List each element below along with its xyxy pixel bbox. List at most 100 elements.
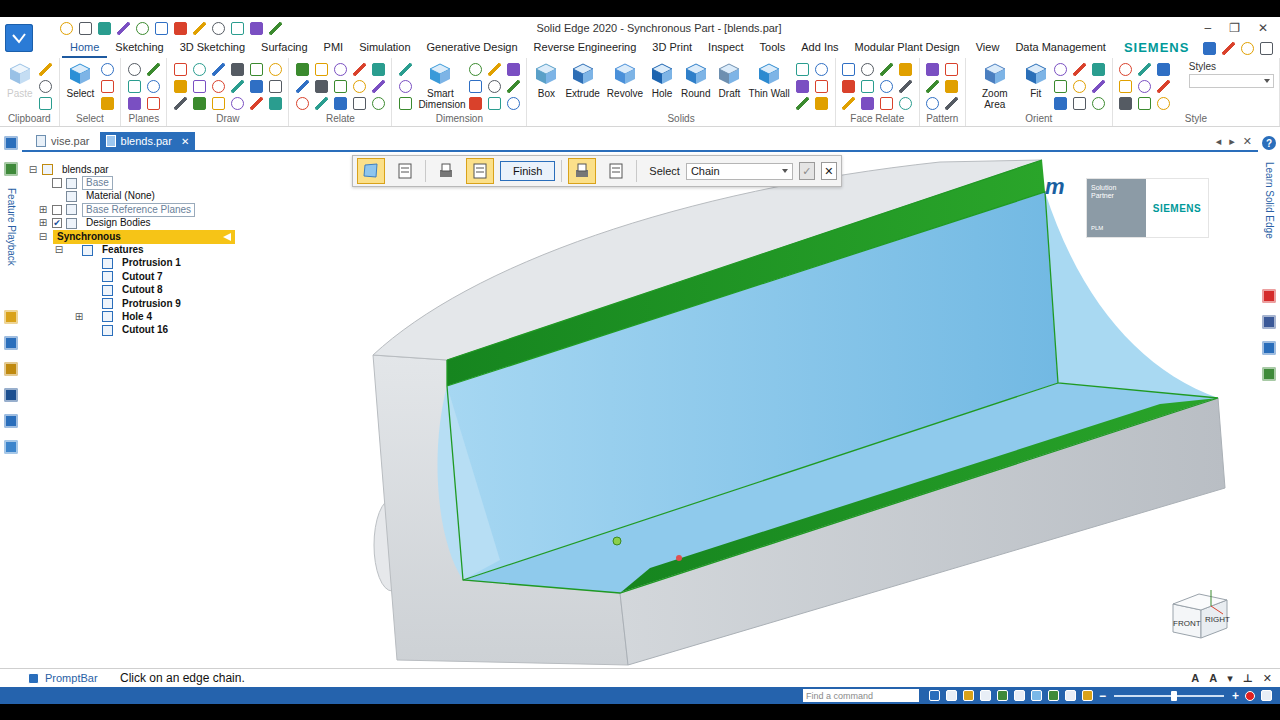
window-control[interactable]: ❐ — [1227, 20, 1242, 36]
styles-dropdown[interactable] — [1189, 74, 1274, 88]
visibility-checkbox[interactable]: ✔ — [52, 218, 62, 228]
ribbon-tab[interactable]: Simulation — [351, 39, 418, 58]
command-tool[interactable] — [432, 158, 460, 184]
view-tool-icon[interactable] — [1031, 690, 1042, 701]
prompt-control[interactable]: ⊥ — [1241, 672, 1255, 685]
tool-icon[interactable] — [101, 80, 114, 93]
prompt-control[interactable]: ▾ — [1225, 672, 1235, 685]
tool-icon[interactable] — [250, 63, 263, 76]
tool-icon[interactable] — [174, 97, 187, 110]
tool-icon[interactable] — [1092, 63, 1105, 76]
record-icon[interactable] — [1245, 691, 1255, 701]
tool-icon[interactable] — [899, 97, 912, 110]
quick-access-icon[interactable] — [212, 22, 225, 35]
document-tab[interactable]: vise.par — [30, 132, 96, 150]
tool-icon[interactable] — [488, 63, 501, 76]
tool-icon[interactable] — [945, 63, 958, 76]
tool-icon[interactable] — [1157, 63, 1170, 76]
tree-item[interactable]: Cutout 7 — [22, 270, 235, 283]
ribbon-tab[interactable]: Add Ins — [793, 39, 846, 58]
view-tool-icon[interactable] — [1014, 690, 1025, 701]
expander[interactable]: ⊞ — [36, 217, 50, 229]
tree-item[interactable]: ⊟Features — [22, 243, 235, 256]
edge-chain[interactable] — [447, 160, 1042, 360]
quick-access-icon[interactable] — [174, 22, 187, 35]
tool-icon[interactable] — [212, 63, 225, 76]
tool-icon[interactable] — [880, 80, 893, 93]
tool-icon[interactable] — [193, 97, 206, 110]
ribbon-tab[interactable]: Sketching — [107, 39, 171, 58]
tool-icon[interactable] — [880, 63, 893, 76]
tool-icon[interactable] — [101, 97, 114, 110]
expander[interactable]: ⊞ — [36, 204, 50, 216]
tab-close-button[interactable]: ✕ — [177, 136, 189, 147]
tool-icon[interactable] — [193, 80, 206, 93]
edge-chain[interactable] — [463, 383, 1058, 580]
tool-icon[interactable] — [147, 97, 160, 110]
tool-icon[interactable] — [899, 63, 912, 76]
tool-icon[interactable] — [269, 80, 282, 93]
tree-item[interactable]: Cutout 16 — [22, 324, 235, 337]
ribbon-option-icon[interactable] — [1260, 42, 1273, 55]
layers-icon[interactable] — [4, 162, 18, 176]
zoom-in-button[interactable]: + — [1232, 689, 1239, 703]
tool-icon[interactable] — [861, 97, 874, 110]
tool-icon[interactable] — [945, 97, 958, 110]
tool-icon[interactable] — [128, 63, 141, 76]
command-search[interactable]: Find a command — [803, 689, 919, 702]
expander[interactable]: ⊟ — [52, 244, 66, 256]
tool-icon[interactable] — [1073, 80, 1086, 93]
collapse-arrow-icon[interactable] — [223, 233, 231, 241]
tool-icon[interactable] — [193, 63, 206, 76]
command-tool[interactable] — [568, 158, 596, 184]
quick-access-icon[interactable] — [269, 22, 282, 35]
expander[interactable]: ⊟ — [36, 231, 50, 243]
ribbon-tab[interactable]: Surfacing — [253, 39, 315, 58]
family-icon[interactable] — [4, 388, 18, 402]
tool-icon[interactable] — [926, 80, 939, 93]
ribbon-button[interactable]: Hole — [648, 61, 676, 100]
expander[interactable]: ⊟ — [26, 164, 40, 176]
tool-icon[interactable] — [212, 97, 225, 110]
tool-icon[interactable] — [1054, 80, 1067, 93]
window-control[interactable]: – — [1202, 20, 1213, 36]
tool-icon[interactable] — [507, 63, 520, 76]
tool-icon[interactable] — [488, 97, 501, 110]
prompt-control[interactable]: ✕ — [1261, 672, 1274, 685]
ribbon-tab[interactable]: Generative Design — [419, 39, 526, 58]
tool-icon[interactable] — [842, 63, 855, 76]
tool-icon[interactable] — [212, 80, 225, 93]
pathfinder-icon[interactable] — [4, 136, 18, 150]
expander[interactable]: ⊞ — [72, 311, 86, 323]
view-tool-icon[interactable] — [963, 690, 974, 701]
tool-icon[interactable] — [296, 80, 309, 93]
screen-capture-icon[interactable] — [1261, 690, 1272, 701]
tool-icon[interactable] — [399, 63, 412, 76]
graphics-window[interactable]: mSolutionPartnerPLMSIEMENSFinishSelectCh… — [235, 152, 1258, 668]
ribbon-tab[interactable]: 3D Print — [644, 39, 700, 58]
tool-icon[interactable] — [334, 63, 347, 76]
tab-nav-button[interactable]: ◂ — [1216, 135, 1222, 148]
tool-icon[interactable] — [101, 63, 114, 76]
tool-icon[interactable] — [334, 80, 347, 93]
tool-icon[interactable] — [1073, 97, 1086, 110]
ribbon-tab[interactable]: Modular Plant Design — [847, 39, 968, 58]
ribbon-button[interactable]: Smart Dimension — [416, 61, 464, 111]
tool-icon[interactable] — [469, 63, 482, 76]
tool-icon[interactable] — [507, 97, 520, 110]
tool-icon[interactable] — [231, 80, 244, 93]
ribbon-option-icon[interactable] — [1222, 42, 1235, 55]
tab-nav-button[interactable]: ▸ — [1229, 135, 1235, 148]
view-tool-icon[interactable] — [1082, 690, 1093, 701]
tree-item[interactable]: ⊟blends.par — [22, 163, 235, 176]
quick-access-icon[interactable] — [98, 22, 111, 35]
tool-icon[interactable] — [926, 63, 939, 76]
tool-icon[interactable] — [842, 80, 855, 93]
tool-icon[interactable] — [399, 80, 412, 93]
tool-icon[interactable] — [353, 97, 366, 110]
tool-icon[interactable] — [269, 97, 282, 110]
zoom-out-button[interactable]: − — [1099, 689, 1106, 703]
select-dropdown[interactable]: Chain — [686, 163, 793, 180]
tree-item[interactable]: ⊟Synchronous — [22, 230, 235, 243]
quick-access-icon[interactable] — [117, 22, 130, 35]
